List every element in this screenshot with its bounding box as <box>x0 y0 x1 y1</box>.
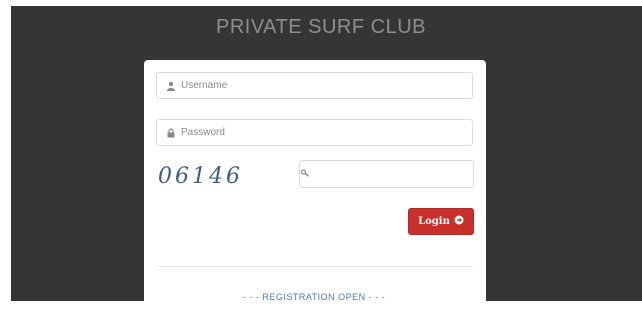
user-icon <box>165 80 177 92</box>
arrow-right-circle-icon <box>454 215 464 228</box>
login-card: Username Password 06146 Login - - - REGI… <box>144 60 486 310</box>
password-field[interactable]: Password <box>156 119 473 146</box>
login-button[interactable]: Login <box>408 208 474 235</box>
divider <box>156 266 473 267</box>
key-icon <box>300 165 310 183</box>
captcha-image: 06146 <box>158 164 243 189</box>
page-title: PRIVATE SURF CLUB <box>215 16 426 38</box>
page-background: PRIVATE SURF CLUB Username Password 0614… <box>11 6 642 310</box>
username-placeholder: Username <box>181 80 228 91</box>
username-field[interactable]: Username <box>156 72 473 99</box>
login-button-label: Login <box>418 216 450 227</box>
captcha-input[interactable] <box>299 160 474 188</box>
lock-icon <box>165 127 177 139</box>
password-placeholder: Password <box>181 127 225 138</box>
